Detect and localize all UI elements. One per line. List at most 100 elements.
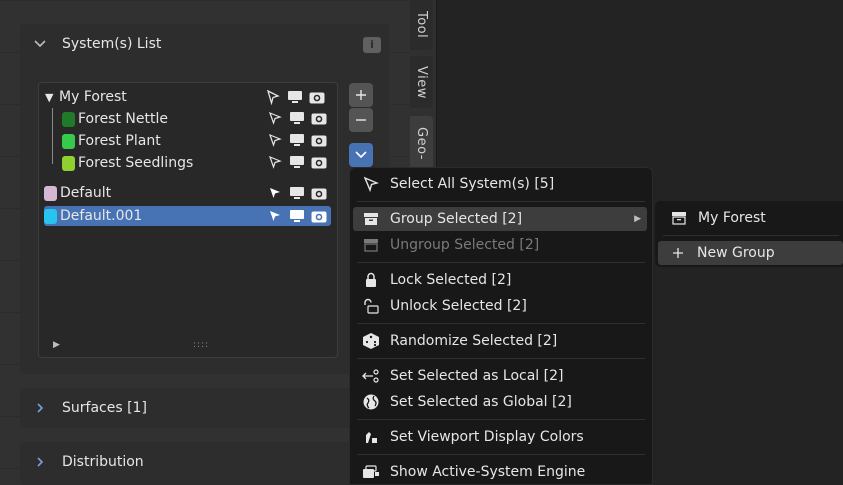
monitor-icon[interactable] [287, 130, 307, 150]
menu-separator [357, 358, 645, 359]
color-swatch[interactable] [44, 185, 57, 201]
globe-icon [361, 392, 381, 412]
submenu-item-label: My Forest [698, 210, 766, 226]
menu-item-label: Set Selected as Local [2] [390, 368, 564, 384]
menu-separator [357, 454, 645, 455]
plus-icon [356, 90, 366, 100]
distribution-header: Distribution [20, 442, 389, 482]
add-system-button[interactable] [349, 83, 373, 107]
menu-separator [357, 419, 645, 420]
color-swatch[interactable] [62, 155, 75, 171]
menu-item-label: Unlock Selected [2] [390, 298, 527, 314]
menu-item-select-all[interactable]: Select All System(s) [5] [353, 172, 647, 196]
camera-icon[interactable] [307, 87, 327, 107]
menu-item-group-selected[interactable]: Group Selected [2] ▶ [353, 207, 647, 231]
surfaces-header: Surfaces [1] [20, 388, 389, 428]
specials-menu-button[interactable] [349, 143, 373, 167]
box-icon [669, 208, 689, 228]
list-item-label: Default [60, 185, 112, 201]
menu-item-label: Show Active-System Engine [390, 464, 586, 480]
menu-item-set-local[interactable]: Set Selected as Local [2] [353, 364, 647, 388]
menu-item-unlock-selected[interactable]: Unlock Selected [2] [353, 294, 647, 318]
dice-icon [361, 331, 381, 351]
camera-icon[interactable] [309, 130, 329, 150]
panel-title: Distribution [62, 454, 144, 470]
systems-list-header[interactable]: System(s) List [20, 24, 389, 64]
list-item-label: Default.001 [60, 208, 143, 224]
camera-icon[interactable] [309, 152, 329, 172]
engine-icon [361, 462, 381, 482]
submenu-item-new-group[interactable]: New Group [658, 241, 843, 265]
menu-separator [663, 235, 839, 236]
list-item-label: Forest Plant [78, 133, 161, 149]
color-swatch[interactable] [62, 133, 75, 149]
cursor-icon[interactable] [265, 130, 285, 150]
tab-label: Tool [414, 11, 429, 39]
submenu-item-my-forest[interactable]: My Forest [659, 206, 843, 230]
lock-icon [361, 270, 381, 290]
surfaces-panel[interactable]: Surfaces [1] [20, 388, 389, 428]
camera-icon[interactable] [309, 206, 329, 226]
menu-item-ungroup-selected[interactable]: Ungroup Selected [2] [353, 233, 647, 257]
menu-item-show-engine[interactable]: Show Active-System Engine [353, 460, 647, 484]
menu-item-randomize-selected[interactable]: Randomize Selected [2] [353, 329, 647, 353]
menu-item-label: Lock Selected [2] [390, 272, 512, 288]
list-item-label: My Forest [59, 89, 127, 105]
cursor-icon[interactable] [263, 87, 283, 107]
cursor-icon[interactable] [265, 152, 285, 172]
menu-separator [357, 262, 645, 263]
menu-item-label: Ungroup Selected [2] [390, 237, 540, 253]
minus-icon [356, 119, 366, 121]
monitor-icon[interactable] [287, 108, 307, 128]
row-icons [265, 108, 329, 172]
chevron-right-icon [32, 400, 48, 416]
panel-title: System(s) List [62, 36, 162, 52]
menu-item-set-global[interactable]: Set Selected as Global [2] [353, 390, 647, 414]
expand-triangle-icon[interactable]: ▼ [45, 91, 57, 104]
tab-view[interactable]: View [410, 56, 433, 108]
chevron-down-icon [355, 151, 367, 159]
camera-icon[interactable] [309, 108, 329, 128]
menu-item-label: Set Selected as Global [2] [390, 394, 572, 410]
tab-label: View [414, 65, 429, 99]
camera-icon[interactable] [309, 183, 329, 203]
box-open-icon [361, 235, 381, 255]
box-icon [361, 209, 381, 229]
color-swatch[interactable] [62, 111, 75, 127]
cursor-icon[interactable] [265, 206, 285, 226]
tab-geo[interactable]: Geo- [410, 116, 433, 170]
menu-item-viewport-colors[interactable]: Set Viewport Display Colors [353, 425, 647, 449]
monitor-icon[interactable] [285, 87, 305, 107]
distribution-panel[interactable]: Distribution [20, 442, 389, 485]
color-swatch[interactable] [44, 208, 57, 224]
monitor-icon[interactable] [287, 206, 307, 226]
menu-separator [357, 201, 645, 202]
menu-separator [357, 323, 645, 324]
resize-grip-icon[interactable]: :::: [193, 340, 209, 350]
row-icons [265, 183, 329, 226]
expand-filter-icon[interactable]: ▶ [53, 340, 60, 350]
tab-label: Geo- [414, 126, 429, 160]
tree-connector [52, 108, 53, 164]
monitor-icon[interactable] [287, 152, 307, 172]
list-item-label: Forest Nettle [78, 111, 168, 127]
menu-item-lock-selected[interactable]: Lock Selected [2] [353, 268, 647, 292]
cursor-icon [361, 174, 381, 194]
chevron-right-icon [32, 454, 48, 470]
row-icons-group [263, 87, 327, 107]
menu-item-label: Group Selected [2] [390, 211, 523, 227]
cursor-icon[interactable] [265, 183, 285, 203]
list-item-label: Forest Seedlings [78, 155, 194, 171]
remove-system-button[interactable] [349, 108, 373, 132]
color-icon [361, 427, 381, 447]
menu-item-label: Randomize Selected [2] [390, 333, 558, 349]
chevron-down-icon [32, 36, 48, 52]
panel-title: Surfaces [1] [62, 400, 147, 416]
unlock-icon [361, 296, 381, 316]
submenu-arrow-icon: ▶ [634, 214, 641, 224]
info-icon[interactable]: i [363, 37, 381, 53]
monitor-icon[interactable] [287, 183, 307, 203]
tab-tool[interactable]: Tool [410, 0, 433, 50]
cursor-icon[interactable] [265, 108, 285, 128]
submenu-item-label: New Group [697, 245, 775, 261]
